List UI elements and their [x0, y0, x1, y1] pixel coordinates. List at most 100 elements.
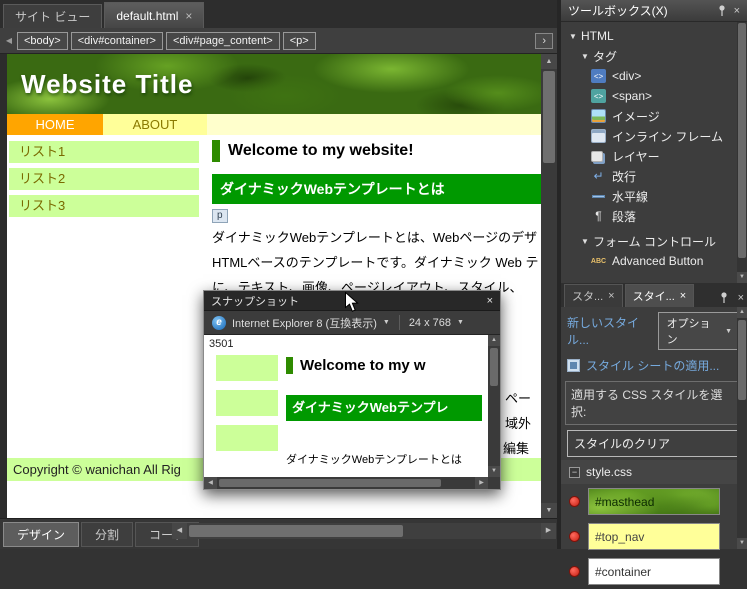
close-icon[interactable]: ×	[734, 5, 740, 17]
hscroll-thumb[interactable]	[189, 525, 403, 537]
sidebar-list-item[interactable]: リスト2	[9, 168, 199, 190]
left-column: リスト1 リスト2 リスト3	[7, 135, 207, 217]
toolbox-item-layer[interactable]: レイヤー	[561, 146, 747, 166]
tree-group-form-controls[interactable]: ▼ フォーム コントロール	[561, 231, 747, 251]
scrollbar-corner	[488, 477, 500, 489]
tab-close-icon[interactable]: ×	[680, 290, 686, 302]
toolbox-item-image[interactable]: イメージ	[561, 106, 747, 126]
item-label: 改行	[612, 169, 637, 184]
scroll-thumb[interactable]	[543, 71, 555, 163]
toolbox-item-horizontal-rule[interactable]: 水平線	[561, 186, 747, 206]
stylesheet-item[interactable]: − style.css	[561, 460, 747, 484]
browser-selector[interactable]: Internet Explorer 8 (互換表示)	[232, 315, 377, 331]
style-rule-masthead[interactable]: #masthead	[561, 484, 747, 519]
tree-group-html[interactable]: ▼ HTML	[561, 26, 747, 46]
preview-vscrollbar[interactable]: ▲ ▼	[488, 335, 500, 477]
scroll-down-button[interactable]: ▼	[488, 466, 500, 477]
resolution-selector[interactable]: 24 x 768	[409, 317, 451, 329]
select-style-label: 適用する CSS スタイルを選択:	[565, 381, 743, 425]
style-swatch[interactable]: #container	[588, 558, 720, 585]
group-label: HTML	[581, 29, 614, 43]
tab-close-icon[interactable]: ×	[185, 9, 192, 23]
scroll-up-button[interactable]: ▲	[488, 335, 500, 346]
layer-icon	[591, 150, 603, 162]
preview-section-heading: ダイナミックWebテンプレ	[286, 395, 482, 421]
options-button[interactable]: オプション ▼	[657, 312, 741, 350]
nav-home-link[interactable]: HOME	[7, 114, 103, 135]
scroll-down-button[interactable]: ▼	[737, 538, 747, 549]
pin-icon[interactable]	[717, 4, 727, 17]
scroll-down-button[interactable]: ▼	[737, 272, 747, 283]
quick-tag-more-button[interactable]: ›	[535, 32, 553, 49]
scroll-up-button[interactable]: ▲	[541, 54, 557, 69]
toolbox-item-div[interactable]: <> <div>	[561, 66, 747, 86]
scroll-down-button[interactable]: ▼	[541, 503, 557, 518]
snapshot-preview: 3501 Welcome to my w ダイナミックWebテンプレ ダイナミッ…	[204, 335, 500, 489]
scroll-thumb[interactable]	[219, 479, 441, 487]
attach-stylesheet-link[interactable]: スタイル シートの適用...	[586, 357, 719, 374]
clear-styles-item[interactable]: スタイルのクリア	[567, 430, 741, 457]
tab-site-view[interactable]: サイト ビュー	[3, 4, 103, 28]
style-swatch[interactable]: #masthead	[588, 488, 720, 515]
tab-apply-styles[interactable]: スタ... ×	[564, 284, 623, 307]
scroll-thumb[interactable]	[490, 348, 498, 386]
preview-hscrollbar[interactable]: ◀ ▶	[204, 477, 488, 489]
styles-scrollbar[interactable]: ▲ ▼	[737, 307, 747, 549]
design-vscrollbar[interactable]: ▲ ▼	[541, 54, 557, 518]
item-label: 水平線	[612, 189, 649, 204]
tree-group-tag[interactable]: ▼ タグ	[561, 46, 747, 66]
editor-hscrollbar[interactable]: ◀ ▶	[172, 523, 556, 539]
collapse-box-icon[interactable]: −	[569, 466, 580, 478]
chevron-down-icon[interactable]: ▼	[457, 319, 464, 326]
pin-icon[interactable]	[719, 292, 729, 304]
paragraph[interactable]: ダイナミックWebテンプレートとは、Webページのデザ HTMLベースのテンプレ…	[212, 225, 541, 300]
div-tag-icon: <>	[591, 69, 606, 83]
sidebar-list-item[interactable]: リスト3	[9, 195, 199, 217]
new-style-link[interactable]: 新しいスタイル...	[567, 314, 658, 348]
p-tag-label[interactable]: p	[212, 209, 228, 223]
breadcrumb-item-page-content[interactable]: <div#page_content>	[165, 31, 280, 50]
section-heading[interactable]: ダイナミックWebテンプレートとは	[212, 174, 541, 204]
welcome-heading[interactable]: Welcome to my website!	[212, 140, 541, 162]
tab-default-html[interactable]: default.html ×	[104, 2, 205, 28]
toolbox-item-advanced-button[interactable]: ABC Advanced Button	[561, 251, 747, 271]
scroll-right-button[interactable]: ▶	[541, 523, 556, 539]
close-icon[interactable]: ×	[738, 292, 744, 304]
collapse-icon[interactable]: ▼	[581, 52, 593, 61]
view-tab-split[interactable]: 分割	[81, 522, 134, 547]
stylesheet-name: style.css	[586, 465, 633, 479]
breadcrumb: ◀ <body> <div#container> <div#page_conte…	[0, 28, 557, 54]
view-tab-design[interactable]: デザイン	[3, 522, 80, 547]
style-rule-container[interactable]: #container	[561, 554, 747, 589]
item-label: 段落	[612, 209, 637, 224]
toolbox-item-inline-frame[interactable]: インライン フレーム	[561, 126, 747, 146]
toolbox-item-paragraph[interactable]: ¶ 段落	[561, 206, 747, 226]
snapshot-close-icon[interactable]: ×	[487, 295, 493, 307]
scroll-thumb[interactable]	[738, 320, 746, 400]
toolbox-item-span[interactable]: <> <span>	[561, 86, 747, 106]
item-label: イメージ	[612, 109, 660, 124]
breadcrumb-item-body[interactable]: <body>	[17, 31, 68, 50]
scroll-thumb[interactable]	[738, 23, 746, 258]
scroll-left-button[interactable]: ◀	[172, 523, 187, 539]
chevron-down-icon[interactable]: ▼	[383, 319, 390, 326]
style-swatch[interactable]: #top_nav	[588, 523, 720, 550]
scroll-up-button[interactable]: ▲	[737, 307, 747, 318]
breadcrumb-item-container[interactable]: <div#container>	[70, 31, 163, 50]
tab-manage-styles[interactable]: スタイ... ×	[624, 284, 695, 307]
toolbox-scrollbar[interactable]: ▼	[737, 22, 747, 283]
quick-tag-prev-icon[interactable]: ◀	[4, 36, 14, 45]
toolbox-item-line-break[interactable]: ↵ 改行	[561, 166, 747, 186]
tab-label: default.html	[116, 8, 179, 23]
right-panel-column: ツールボックス(X) × ▼ HTML ▼ タグ <> <div> <> <sp…	[561, 0, 747, 585]
item-label: インライン フレーム	[612, 129, 723, 144]
scroll-left-button[interactable]: ◀	[204, 477, 217, 489]
tab-close-icon[interactable]: ×	[608, 290, 614, 302]
masthead[interactable]: Website Title	[7, 54, 541, 114]
collapse-icon[interactable]: ▼	[581, 237, 593, 246]
breadcrumb-item-p[interactable]: <p>	[282, 31, 316, 50]
scroll-right-button[interactable]: ▶	[475, 477, 488, 489]
collapse-icon[interactable]: ▼	[569, 32, 581, 41]
nav-about-link[interactable]: ABOUT	[103, 114, 207, 135]
sidebar-list-item[interactable]: リスト1	[9, 141, 199, 163]
